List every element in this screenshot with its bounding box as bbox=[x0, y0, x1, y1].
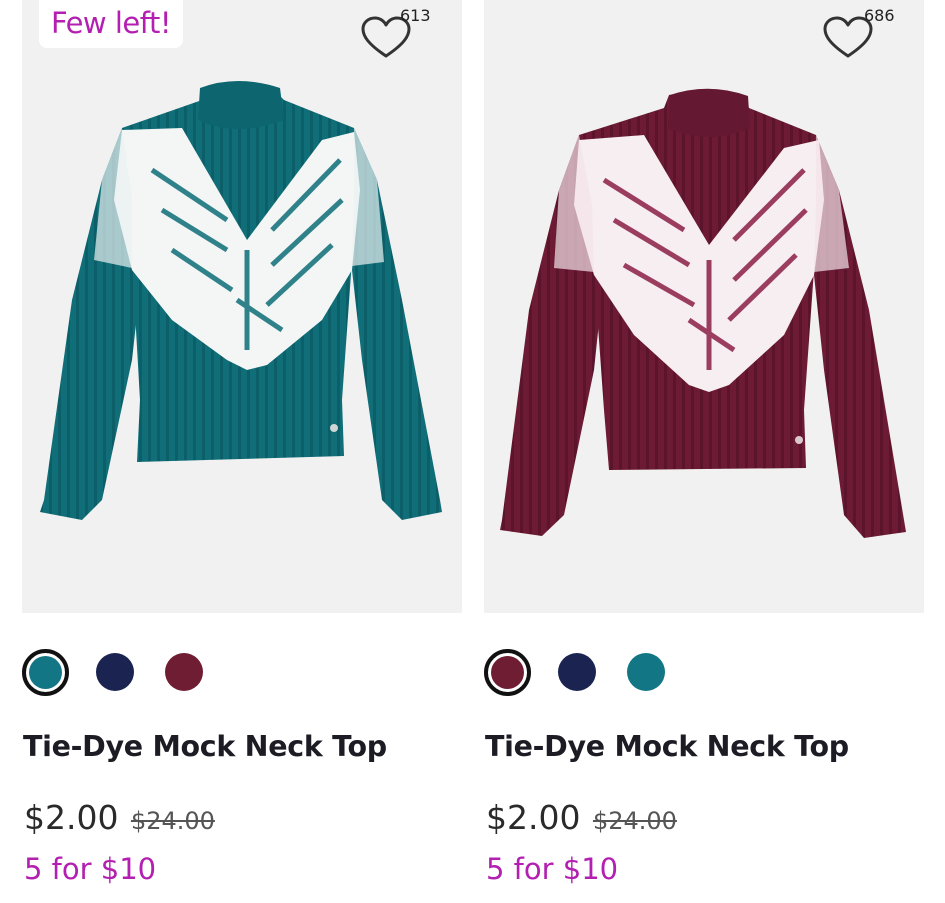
color-swatches bbox=[484, 649, 784, 696]
product-title[interactable]: Tie-Dye Mock Neck Top bbox=[23, 730, 387, 763]
promo-text: 5 for $10 bbox=[24, 852, 157, 886]
shirt-image-burgundy bbox=[500, 88, 906, 538]
color-swatch-burgundy[interactable] bbox=[165, 653, 203, 691]
color-swatches bbox=[22, 649, 322, 696]
shirt-image-teal bbox=[40, 81, 442, 520]
favorite-count: 613 bbox=[400, 6, 431, 25]
color-swatch-teal[interactable] bbox=[627, 653, 665, 691]
color-swatch-navy[interactable] bbox=[96, 653, 134, 691]
product-card[interactable]: Few left! 613 Tie-Dye Mock Neck Top $2.0… bbox=[22, 0, 462, 903]
promo-text: 5 for $10 bbox=[486, 852, 619, 886]
product-title[interactable]: Tie-Dye Mock Neck Top bbox=[485, 730, 849, 763]
product-image[interactable]: Few left! 613 bbox=[22, 0, 462, 613]
original-price: $24.00 bbox=[130, 807, 215, 835]
sale-price: $2.00 bbox=[486, 798, 581, 837]
color-swatch-navy[interactable] bbox=[558, 653, 596, 691]
favorite-count: 686 bbox=[864, 6, 895, 25]
sale-price: $2.00 bbox=[24, 798, 119, 837]
color-swatch-burgundy-selected[interactable] bbox=[484, 649, 531, 696]
price-row: $2.00 $24.00 bbox=[24, 798, 215, 837]
product-image[interactable]: 686 bbox=[484, 0, 924, 613]
price-row: $2.00 $24.00 bbox=[486, 798, 677, 837]
product-grid: Few left! 613 Tie-Dye Mock Neck Top $2.0… bbox=[0, 0, 945, 903]
low-stock-badge: Few left! bbox=[39, 0, 183, 48]
product-card[interactable]: 686 Tie-Dye Mock Neck Top $2.00 $24.00 5… bbox=[484, 0, 924, 903]
color-swatch-teal-selected[interactable] bbox=[22, 649, 69, 696]
original-price: $24.00 bbox=[592, 807, 677, 835]
